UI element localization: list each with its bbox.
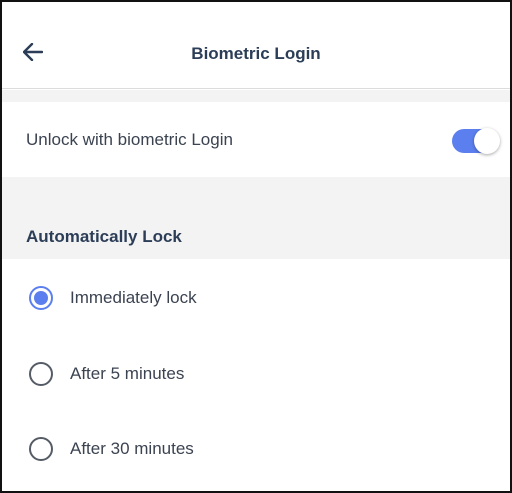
section-divider — [2, 90, 510, 102]
section-title: Automatically Lock — [26, 227, 182, 246]
unlock-biometric-row[interactable]: Unlock with biometric Login — [2, 102, 510, 177]
option-after-30-minutes[interactable]: After 30 minutes — [2, 425, 510, 475]
unlock-biometric-toggle[interactable] — [452, 128, 500, 154]
auto-lock-section-header: Automatically Lock — [2, 177, 510, 259]
radio-selected-icon[interactable] — [29, 286, 53, 310]
radio-unselected-icon[interactable] — [29, 362, 53, 386]
biometric-login-screen: Biometric Login Unlock with biometric Lo… — [0, 0, 512, 493]
option-label: After 5 minutes — [70, 364, 185, 383]
option-label: After 30 minutes — [70, 439, 194, 458]
unlock-biometric-label: Unlock with biometric Login — [26, 130, 233, 149]
page-title: Biometric Login — [191, 44, 321, 63]
radio-unselected-icon[interactable] — [29, 437, 53, 461]
toggle-knob — [474, 128, 500, 154]
radio-dot — [34, 291, 48, 305]
option-label: Immediately lock — [70, 288, 197, 307]
app-header: Biometric Login — [2, 2, 510, 89]
option-after-5-minutes[interactable]: After 5 minutes — [2, 350, 510, 400]
option-immediately-lock[interactable]: Immediately lock — [2, 274, 510, 324]
